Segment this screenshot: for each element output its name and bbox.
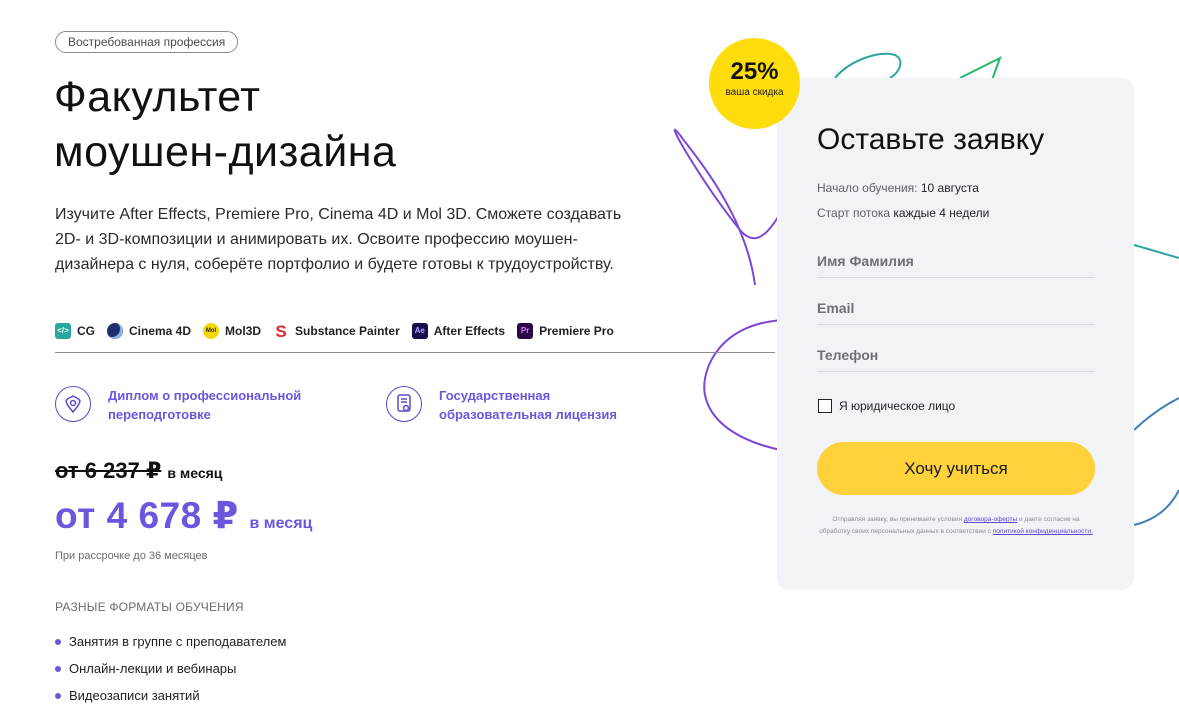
old-price: от 6 237 ₽ в месяц (55, 458, 222, 484)
offer-agreement-link[interactable]: договора-оферты (964, 516, 1017, 523)
legal-text-1: Отправляя заявку, вы принимаете условия (832, 516, 963, 523)
tool-substance-painter: S Substance Painter (273, 321, 400, 341)
tool-label: Cinema 4D (129, 324, 192, 338)
formats-heading: РАЗНЫЕ ФОРМАТЫ ОБУЧЕНИЯ (55, 600, 244, 614)
page-title: Факультет моушен-дизайна (54, 70, 614, 180)
tool-label: Substance Painter (295, 324, 400, 338)
bullet-icon (55, 665, 61, 672)
name-field[interactable] (817, 244, 1095, 278)
mol3d-icon: Mol (203, 323, 220, 339)
email-field[interactable] (817, 291, 1095, 325)
legal-entity-checkbox[interactable] (818, 399, 832, 413)
list-item: Видеозаписи занятий (55, 682, 286, 709)
decorative-green-check (959, 55, 1002, 81)
new-price-value: от 4 678 ₽ (55, 495, 239, 536)
profession-tag: Востребованная профессия (55, 31, 239, 53)
old-price-value: от 6 237 ₽ (55, 458, 162, 483)
tool-label: Mol3D (225, 324, 262, 338)
tool-cg: </> CG (55, 323, 95, 339)
tool-premiere-pro: Pr Premiere Pro (517, 323, 614, 339)
certificate-icon (386, 386, 422, 422)
legal-entity-checkbox-row[interactable]: Я юридическое лицо (818, 399, 955, 413)
start-date-value: 10 августа (920, 181, 979, 195)
after-effects-icon: Ae (411, 323, 428, 339)
substance-painter-icon: S (275, 321, 287, 341)
bullet-icon (55, 692, 61, 699)
old-price-unit: в месяц (167, 465, 223, 481)
submit-button[interactable]: Хочу учиться (817, 442, 1095, 495)
phone-field[interactable] (817, 338, 1095, 372)
checkbox-label: Я юридическое лицо (839, 399, 956, 413)
legal-note: Отправляя заявку, вы принимаете условия … (817, 514, 1095, 538)
stream-start-label: Старт потока (817, 206, 891, 220)
list-item-label: Онлайн-лекции и вебинары (69, 661, 237, 676)
list-item-label: Занятия в группе с преподавателем (69, 634, 287, 649)
tools-list: </> CG Cinema 4D Mol Mol3D S Substance P… (55, 321, 626, 341)
new-price-unit: в месяц (249, 515, 313, 532)
discount-caption: ваша скидка (725, 87, 784, 98)
stream-start: Старт потока каждые 4 недели (817, 206, 989, 220)
feature-diploma: Диплом о профессиональной переподготовке (55, 386, 318, 424)
new-price: от 4 678 ₽ в месяц (55, 494, 312, 537)
application-form: Оставьте заявку Начало обучения: 10 авгу… (777, 78, 1134, 590)
title-line-2: моушен-дизайна (54, 128, 397, 176)
stream-start-value: каждые 4 недели (893, 206, 990, 220)
decorative-teal-line (1133, 244, 1179, 259)
title-line-1: Факультет (54, 73, 261, 121)
tool-label: After Effects (433, 324, 506, 338)
discount-badge: 25% ваша скидка (709, 38, 800, 129)
start-date: Начало обучения: 10 августа (817, 181, 979, 195)
privacy-policy-link[interactable]: политикой конфиденциальности. (993, 528, 1093, 535)
tool-after-effects: Ae After Effects (411, 323, 506, 339)
form-title: Оставьте заявку (817, 123, 1045, 156)
start-date-label: Начало обучения: (817, 181, 918, 195)
cinema-4d-icon (107, 323, 123, 339)
list-item: Онлайн-лекции и вебинары (55, 655, 286, 682)
list-item-label: Видеозаписи занятий (69, 688, 200, 703)
decorative-blue-wave (1133, 397, 1179, 526)
premiere-pro-icon: Pr (517, 323, 534, 339)
discount-value: 25% (730, 58, 779, 85)
bullet-icon (55, 638, 61, 645)
emblem-icon (55, 386, 91, 422)
installment-note: При рассрочке до 36 месяцев (55, 550, 208, 562)
feature-label: Государственная образовательная лицензия (439, 388, 617, 422)
tool-label: Premiere Pro (539, 324, 614, 338)
feature-license: Государственная образовательная лицензия (386, 386, 649, 424)
tool-mol3d: Mol Mol3D (203, 323, 261, 339)
formats-list: Занятия в группе с преподавателем Онлайн… (55, 628, 286, 709)
cg-icon: </> (55, 323, 71, 339)
list-item: Занятия в группе с преподавателем (55, 628, 286, 655)
tool-label: CG (77, 324, 95, 338)
feature-label: Диплом о профессиональной переподготовке (108, 388, 302, 422)
course-description: Изучите After Effects, Premiere Pro, Cin… (55, 206, 622, 273)
decorative-teal-arc (834, 52, 902, 79)
tool-cinema-4d: Cinema 4D (107, 323, 191, 339)
divider (55, 352, 775, 353)
